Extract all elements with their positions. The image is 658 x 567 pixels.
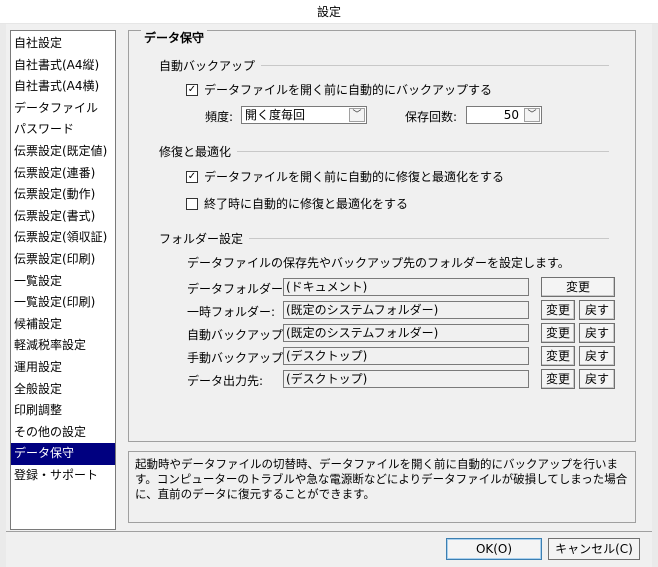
auto-backup-checkbox[interactable]: ✓ データファイルを開く前に自動的にバックアップする bbox=[186, 81, 492, 98]
sidebar-item-company-format-a4-landscape[interactable]: 自社書式(A4横) bbox=[11, 76, 115, 98]
section-label-repair: 修復と最適化 bbox=[159, 143, 238, 160]
sidebar-item-data-file[interactable]: データファイル bbox=[11, 98, 115, 120]
divider bbox=[241, 238, 609, 239]
temp-folder-path: (既定のシステムフォルダー) bbox=[283, 301, 529, 319]
data-maintenance-panel: データ保守 自動バックアップ ✓ データファイルを開く前に自動的にバックアップす… bbox=[128, 29, 636, 442]
temp-folder-reset-button[interactable]: 戻す bbox=[579, 300, 615, 320]
footer-divider bbox=[6, 531, 652, 532]
sidebar-item-company-settings[interactable]: 自社設定 bbox=[11, 33, 115, 55]
help-description: 起動時やデータファイルの切替時、データファイルを開く前に自動的にバックアップを行… bbox=[128, 451, 636, 523]
sidebar-item-registration-support[interactable]: 登録・サポート bbox=[11, 465, 115, 487]
checkbox-checked-icon: ✓ bbox=[186, 170, 198, 183]
temp-folder-change-button[interactable]: 変更 bbox=[541, 300, 575, 320]
data-output-folder-label: データ出力先: bbox=[187, 374, 264, 388]
manual-backup-folder-change-button[interactable]: 変更 bbox=[541, 346, 575, 366]
manual-backup-folder-path: (デスクトップ) bbox=[283, 347, 529, 365]
sidebar-item-reduced-tax[interactable]: 軽減税率設定 bbox=[11, 335, 115, 357]
window-title: 設定 bbox=[0, 0, 658, 24]
manual-backup-folder-reset-button[interactable]: 戻す bbox=[579, 346, 615, 366]
sidebar-item-company-format-a4-portrait[interactable]: 自社書式(A4縦) bbox=[11, 55, 115, 77]
checkbox-unchecked-icon bbox=[186, 197, 198, 210]
window-frame-right bbox=[652, 24, 658, 567]
backup-count-label: 保存回数: bbox=[405, 110, 458, 124]
sidebar-item-list-settings[interactable]: 一覧設定 bbox=[11, 271, 115, 293]
window-frame-left bbox=[0, 24, 6, 567]
chevron-down-icon[interactable]: ﹀ bbox=[349, 108, 365, 122]
data-output-folder-path: (デスクトップ) bbox=[283, 370, 529, 388]
folders-description: データファイルの保存先やバックアップ先のフォルダーを設定します。 bbox=[187, 256, 570, 270]
sidebar-item-operation[interactable]: 運用設定 bbox=[11, 357, 115, 379]
sidebar-item-slip-print[interactable]: 伝票設定(印刷) bbox=[11, 249, 115, 271]
sidebar-item-list-print[interactable]: 一覧設定(印刷) bbox=[11, 292, 115, 314]
sidebar-item-slip-behavior[interactable]: 伝票設定(動作) bbox=[11, 184, 115, 206]
frequency-select-value: 開く度毎回 bbox=[245, 108, 306, 122]
sidebar-item-data-maintenance[interactable]: データ保守 bbox=[11, 443, 115, 465]
repair-on-open-label: データファイルを開く前に自動的に修復と最適化をする bbox=[204, 170, 505, 184]
sidebar-item-slip-defaults[interactable]: 伝票設定(既定値) bbox=[11, 141, 115, 163]
sidebar-item-candidates[interactable]: 候補設定 bbox=[11, 314, 115, 336]
backup-count-value: 50 bbox=[503, 108, 519, 122]
manual-backup-folder-label: 手動バックアップ: bbox=[187, 351, 288, 365]
panel-title: データ保守 bbox=[141, 29, 208, 46]
data-folder-path: (ドキュメント) bbox=[283, 278, 529, 296]
sidebar-item-password[interactable]: パスワード bbox=[11, 119, 115, 141]
data-folder-label: データフォルダー: bbox=[187, 282, 288, 296]
auto-backup-folder-label: 自動バックアップ: bbox=[187, 328, 288, 342]
chevron-down-icon[interactable]: ﹀ bbox=[524, 108, 540, 122]
repair-on-exit-label: 終了時に自動的に修復と最適化をする bbox=[204, 197, 409, 211]
sidebar-item-slip-numbering[interactable]: 伝票設定(連番) bbox=[11, 163, 115, 185]
data-output-folder-change-button[interactable]: 変更 bbox=[541, 369, 575, 389]
section-label-folders: フォルダー設定 bbox=[159, 230, 250, 247]
auto-backup-folder-path: (既定のシステムフォルダー) bbox=[283, 324, 529, 342]
frequency-label: 頻度: bbox=[205, 110, 234, 124]
temp-folder-label: 一時フォルダー: bbox=[187, 305, 276, 319]
auto-backup-folder-reset-button[interactable]: 戻す bbox=[579, 323, 615, 343]
backup-count-select[interactable]: 50 ﹀ bbox=[466, 106, 542, 124]
auto-backup-folder-change-button[interactable]: 変更 bbox=[541, 323, 575, 343]
cancel-button[interactable]: キャンセル(C) bbox=[548, 538, 640, 560]
divider bbox=[229, 151, 609, 152]
auto-backup-checkbox-label: データファイルを開く前に自動的にバックアップする bbox=[204, 83, 493, 97]
sidebar-item-slip-receipt[interactable]: 伝票設定(領収証) bbox=[11, 227, 115, 249]
section-label-auto-backup: 自動バックアップ bbox=[159, 57, 262, 74]
repair-on-exit-checkbox[interactable]: 終了時に自動的に修復と最適化をする bbox=[186, 195, 408, 212]
repair-on-open-checkbox[interactable]: ✓ データファイルを開く前に自動的に修復と最適化をする bbox=[186, 168, 504, 185]
frequency-select[interactable]: 開く度毎回 ﹀ bbox=[241, 106, 367, 124]
data-folder-change-button[interactable]: 変更 bbox=[541, 277, 615, 297]
settings-category-list[interactable]: 自社設定 自社書式(A4縦) 自社書式(A4横) データファイル パスワード 伝… bbox=[10, 30, 116, 530]
checkbox-checked-icon: ✓ bbox=[186, 83, 198, 96]
divider bbox=[239, 65, 609, 66]
sidebar-item-slip-format[interactable]: 伝票設定(書式) bbox=[11, 206, 115, 228]
sidebar-item-print-adjust[interactable]: 印刷調整 bbox=[11, 400, 115, 422]
data-output-folder-reset-button[interactable]: 戻す bbox=[579, 369, 615, 389]
sidebar-item-other[interactable]: その他の設定 bbox=[11, 422, 115, 444]
ok-button[interactable]: OK(O) bbox=[446, 538, 542, 560]
sidebar-item-general[interactable]: 全般設定 bbox=[11, 379, 115, 401]
